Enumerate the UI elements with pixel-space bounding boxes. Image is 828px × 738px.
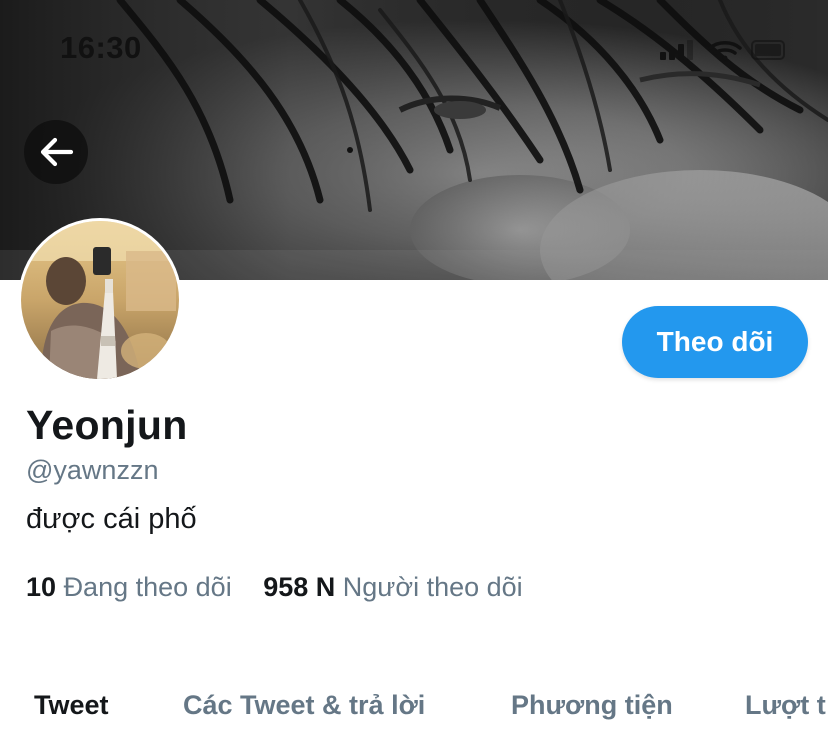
profile-screen: 16:30 Theo dõi Yeonjun @yawnzzn được cái… <box>0 0 828 738</box>
following-label: Đang theo dõi <box>63 572 232 602</box>
signal-icon <box>660 40 693 60</box>
follow-button[interactable]: Theo dõi <box>622 306 808 378</box>
followers-count: 958 N <box>263 572 336 602</box>
status-bar-icons <box>648 36 788 64</box>
wifi-icon <box>708 41 742 61</box>
following-count: 10 <box>26 572 57 602</box>
tab-likes[interactable]: Lượt t <box>745 690 826 721</box>
arrow-left-icon <box>40 137 74 167</box>
avatar[interactable] <box>18 218 182 382</box>
user-handle: @yawnzzn <box>26 455 159 485</box>
following-stat-link[interactable]: 10 Đang theo dõi <box>26 572 232 603</box>
status-bar-time: 16:30 <box>60 30 142 65</box>
tab-tweets-and-replies[interactable]: Các Tweet & trả lời <box>183 690 425 721</box>
battery-icon <box>751 40 785 60</box>
back-button[interactable] <box>24 120 88 184</box>
follow-stats: 10 Đang theo dõi 958 N Người theo dõi <box>26 572 523 603</box>
followers-stat-link[interactable]: 958 N Người theo dõi <box>263 572 522 603</box>
display-name: Yeonjun <box>26 402 188 448</box>
profile-tabs: Tweet Các Tweet & trả lời Phương tiện Lư… <box>0 684 828 738</box>
profile-bio: được cái phố <box>26 503 197 535</box>
tab-tweets[interactable]: Tweet <box>34 690 109 721</box>
avatar-image <box>21 221 179 379</box>
followers-label: Người theo dõi <box>342 572 523 602</box>
tab-media[interactable]: Phương tiện <box>511 690 673 721</box>
